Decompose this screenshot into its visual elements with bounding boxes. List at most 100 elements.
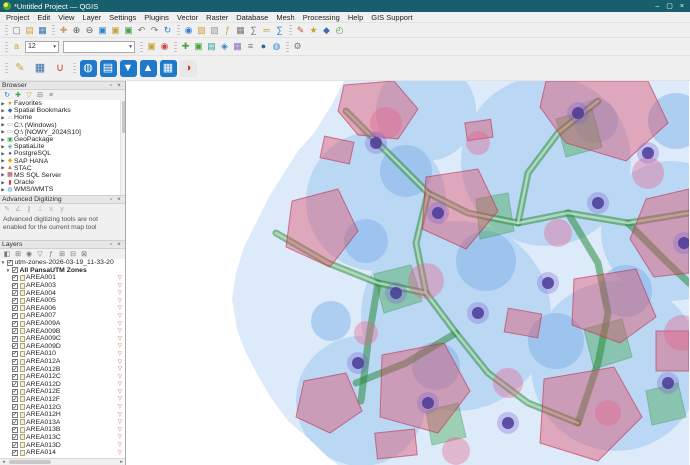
save-edits-icon[interactable]: ▦ — [32, 60, 49, 77]
minimize-button[interactable]: – — [655, 3, 659, 10]
layer-row[interactable]: AREA001 — [0, 274, 125, 282]
layer-row[interactable]: AREA012D — [0, 381, 125, 389]
layer-diagram-icon[interactable]: ◉ — [159, 41, 171, 53]
layer-row[interactable]: AREA012A — [0, 358, 125, 366]
browser-scrollbar[interactable] — [120, 100, 125, 195]
layer-group-row[interactable]: utm-zones-2026-03-19_11-33-20 — [0, 259, 125, 267]
layer-row[interactable]: AREA012B — [0, 365, 125, 373]
pan-map-icon[interactable]: ✚ — [58, 24, 70, 36]
toolbar-handle[interactable] — [289, 25, 292, 35]
layer-checkbox[interactable] — [12, 381, 18, 387]
new-annotation-icon[interactable]: ✎ — [295, 24, 307, 36]
layer-row[interactable]: AREA005 — [0, 297, 125, 305]
layer-checkbox[interactable] — [12, 434, 18, 440]
field-calculator-icon[interactable]: ∑ — [248, 24, 260, 36]
layer-row[interactable]: AREA012C — [0, 373, 125, 381]
add-vector-layer-icon[interactable]: ◈ — [219, 41, 231, 53]
layer-row[interactable]: AREA012H — [0, 411, 125, 419]
layer-row[interactable]: AREA009C — [0, 335, 125, 343]
layer-checkbox[interactable] — [12, 351, 18, 357]
add-group-icon[interactable]: ⊞ — [14, 250, 23, 259]
lock-y-icon[interactable]: y — [58, 205, 67, 214]
scroll-left-icon[interactable] — [0, 459, 7, 465]
toolbar-handle[interactable] — [52, 25, 55, 35]
layer-row[interactable]: AREA013D — [0, 441, 125, 449]
toolbar-handle[interactable] — [5, 42, 8, 52]
browser-item[interactable]: ▮ Oracle — [0, 179, 125, 186]
select-by-expression-icon[interactable]: ƒ — [222, 24, 234, 36]
table-plugin-icon[interactable]: ▦ — [160, 60, 177, 77]
browser-item[interactable]: ● PostgreSQL — [0, 150, 125, 157]
layer-row[interactable]: AREA009A — [0, 320, 125, 328]
new-geopackage-icon[interactable]: ▣ — [193, 41, 205, 53]
layer-checkbox[interactable] — [12, 305, 18, 311]
layer-row[interactable]: AREA003 — [0, 282, 125, 290]
float-panel-icon[interactable] — [107, 196, 115, 204]
scroll-right-icon[interactable] — [118, 459, 125, 465]
measure-line-icon[interactable]: ═ — [261, 24, 273, 36]
layer-row[interactable]: AREA007 — [0, 312, 125, 320]
filter-browser-icon[interactable]: ▽ — [25, 91, 34, 100]
layer-row[interactable]: AREA012F — [0, 396, 125, 404]
layer-checkbox[interactable] — [12, 336, 18, 342]
layer-checkbox[interactable] — [12, 396, 18, 402]
menu-item[interactable]: Help — [344, 12, 367, 23]
zoom-last-icon[interactable]: ↶ — [136, 24, 148, 36]
layer-checkbox[interactable] — [12, 328, 18, 334]
layer-row[interactable]: AREA013B — [0, 426, 125, 434]
menu-item[interactable]: Edit — [33, 12, 54, 23]
browser-item[interactable]: ◆ SAP HANA — [0, 158, 125, 165]
open-project-icon[interactable]: ▤ — [24, 24, 36, 36]
layer-checkbox[interactable] — [12, 321, 18, 327]
close-button[interactable]: × — [680, 3, 684, 10]
expand-all-icon[interactable]: ⊞ — [58, 250, 67, 259]
layer-checkbox[interactable] — [12, 298, 18, 304]
toolbar-handle[interactable] — [174, 42, 177, 52]
maximize-button[interactable]: ▢ — [666, 2, 673, 10]
browser-item[interactable]: ◆ Spatial Bookmarks — [0, 107, 125, 114]
layer-checkbox[interactable] — [12, 290, 18, 296]
map-canvas[interactable] — [126, 81, 690, 465]
open-layer-styling-icon[interactable]: ◧ — [3, 250, 12, 259]
layer-checkbox[interactable] — [12, 275, 18, 281]
toolbar-handle[interactable] — [5, 63, 8, 73]
menu-item[interactable]: View — [54, 12, 78, 23]
layer-row[interactable]: AREA006 — [0, 305, 125, 313]
refresh-browser-icon[interactable]: ↻ — [3, 91, 12, 100]
collapse-all-icon[interactable]: ⊟ — [69, 250, 78, 259]
identify-features-icon[interactable]: ◉ — [183, 24, 195, 36]
lock-x-icon[interactable]: x — [47, 205, 56, 214]
font-size-combo[interactable]: 12 — [25, 41, 59, 53]
layer-checkbox[interactable] — [12, 419, 18, 425]
add-delimited-text-icon[interactable]: ≡ — [245, 41, 257, 53]
save-project-icon[interactable]: ▦ — [37, 24, 49, 36]
layer-labeling-icon[interactable]: ▣ — [146, 41, 158, 53]
style-combo[interactable] — [63, 41, 135, 53]
browser-item[interactable]: ▭ Q:\ [NOWY_2024S10] — [0, 129, 125, 136]
snapping-icon[interactable]: ∪ — [52, 60, 69, 77]
layer-row[interactable]: AREA009D — [0, 343, 125, 351]
layer-checkbox[interactable] — [12, 404, 18, 410]
menu-item[interactable]: Database — [232, 12, 272, 23]
layers-hscrollbar[interactable] — [0, 458, 125, 465]
enable-advanced-digitizing-icon[interactable]: ✎ — [3, 205, 12, 214]
new-virtual-layer-icon[interactable]: ▤ — [206, 41, 218, 53]
toolbar-handle[interactable] — [140, 42, 143, 52]
collapse-icon[interactable] — [0, 260, 6, 265]
browser-item[interactable]: ★ Favorites — [0, 100, 125, 107]
select-features-icon[interactable]: ▧ — [196, 24, 208, 36]
browser-item[interactable]: ▲ STAC — [0, 165, 125, 172]
layer-row[interactable]: AREA013A — [0, 418, 125, 426]
construction-mode-icon[interactable]: ∠ — [14, 205, 23, 214]
perpendicular-icon[interactable]: ⊥ — [36, 205, 45, 214]
layer-checkbox[interactable] — [12, 374, 18, 380]
menu-item[interactable]: Raster — [202, 12, 232, 23]
layer-checkbox[interactable] — [12, 442, 18, 448]
menu-item[interactable]: Vector — [173, 12, 202, 23]
refresh-map-icon[interactable]: ↻ — [162, 24, 174, 36]
filter-by-expression-icon[interactable]: ƒ — [47, 250, 56, 259]
layer-checkbox[interactable] — [12, 343, 18, 349]
download-plugin-icon[interactable]: ▼ — [120, 60, 137, 77]
browser-item[interactable]: ▣ GeoPackage — [0, 136, 125, 143]
layer-row[interactable]: AREA010 — [0, 350, 125, 358]
